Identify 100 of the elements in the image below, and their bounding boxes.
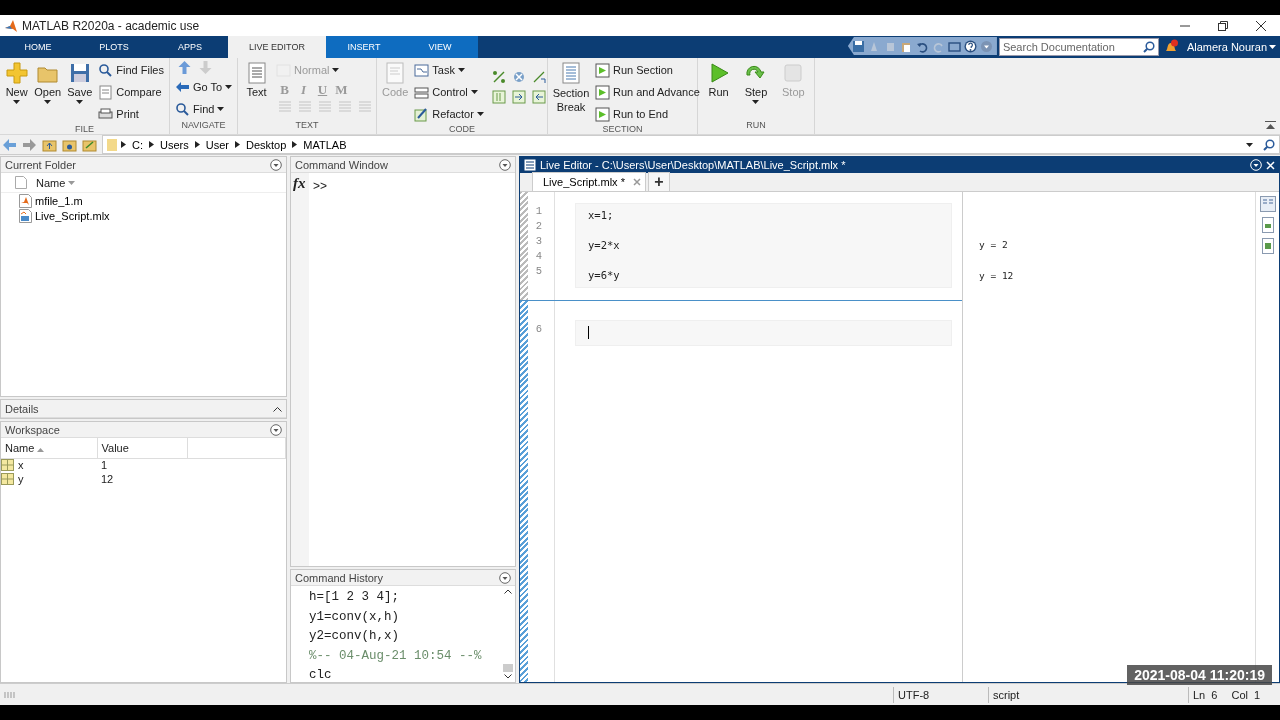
ribbon-button[interactable]: Refactor [413, 104, 485, 124]
ribbon-button[interactable]: Run and Advance [594, 82, 701, 102]
ribbon-button[interactable]: Run Section [594, 60, 701, 80]
editor-tab[interactable]: Live_Script.mlx * [532, 172, 646, 191]
column-header[interactable]: Name [1, 438, 97, 458]
ribbon-tab[interactable]: PLOTS [76, 36, 152, 58]
run-section-icon [595, 62, 610, 78]
help-icon[interactable] [963, 39, 977, 53]
code-line: y=6*y [588, 269, 620, 281]
folder-up-icon[interactable] [42, 137, 57, 152]
caret-icon[interactable] [1246, 142, 1253, 147]
stop-icon [782, 62, 805, 84]
scroll-up-icon[interactable] [504, 589, 512, 594]
up-arrow-icon[interactable] [177, 60, 192, 75]
restore-icon[interactable] [1218, 20, 1228, 31]
user-menu[interactable]: Alamera Nouran [1182, 36, 1280, 58]
line-number: 2 [534, 219, 542, 234]
indent-icon[interactable] [511, 90, 526, 104]
ribbon-button[interactable]: Find Files [97, 60, 165, 80]
history-entry[interactable]: y1=conv(x,h) [309, 607, 501, 627]
variable-name[interactable]: x [18, 459, 24, 472]
column-header[interactable]: Name [35, 172, 77, 193]
command-prompt[interactable]: >> [313, 179, 327, 566]
ribbon-button[interactable]: Compare [97, 82, 165, 102]
ribbon-tab[interactable]: VIEW [402, 36, 478, 58]
history-entry[interactable]: h=[1 2 3 4]; [309, 588, 501, 608]
code-block[interactable]: x=1; y=2*x y=6*y [575, 203, 952, 288]
ribbon-button[interactable]: Step [739, 60, 773, 120]
search-icon [1142, 41, 1155, 53]
variable-value: 12 [100, 472, 115, 486]
panel-menu-icon[interactable] [499, 158, 511, 171]
panel-menu-icon[interactable] [270, 158, 282, 171]
uncomment-icon[interactable] [511, 70, 526, 84]
script-file-icon [19, 193, 32, 208]
ribbon-button[interactable]: Control [413, 82, 485, 102]
history-entry[interactable]: y2=conv(h,x) [309, 627, 501, 647]
section-label: FILE [74, 124, 95, 134]
breadcrumb[interactable]: Users [158, 138, 191, 151]
ribbon-button[interactable]: Go To [174, 77, 234, 97]
find-files-icon [98, 62, 114, 78]
ribbon-button[interactable]: New [4, 60, 30, 124]
ribbon-tab[interactable]: APPS [152, 36, 228, 58]
function-browser-button[interactable]: fx [293, 175, 309, 192]
ribbon-tab[interactable]: HOME [0, 36, 76, 58]
section-label: CODE [448, 124, 476, 134]
printer-icon [98, 106, 114, 122]
ribbon-button[interactable]: Find [174, 99, 234, 119]
ribbon-button[interactable]: Task [413, 60, 485, 80]
ribbon-button[interactable]: Save [66, 60, 94, 124]
forward-icon[interactable] [22, 137, 37, 152]
caret-icon [1269, 45, 1276, 49]
collapse-icon[interactable] [1265, 121, 1276, 130]
comment-icon[interactable] [491, 70, 506, 84]
back-icon[interactable] [2, 137, 17, 152]
panel-title: Current Folder [5, 158, 76, 171]
address-field[interactable]: C: Users User Desktop MATLAB [102, 135, 1280, 154]
column-header[interactable]: Value [97, 438, 187, 458]
ribbon-button[interactable]: Text [242, 60, 271, 120]
variable-value: 1 [97, 458, 187, 472]
breadcrumb[interactable]: User [203, 138, 231, 151]
breadcrumb[interactable]: C: [130, 138, 145, 151]
file-type-label: script [988, 686, 1188, 703]
ribbon-button[interactable]: Section Break [552, 60, 590, 124]
ribbon-button[interactable]: Open [33, 60, 63, 124]
output-inline-icon[interactable] [1259, 217, 1276, 233]
search-icon[interactable] [1263, 138, 1275, 151]
close-icon[interactable] [1256, 20, 1266, 31]
save-icon[interactable] [851, 39, 865, 53]
breadcrumb[interactable]: Desktop [243, 138, 289, 151]
ribbon-tab[interactable]: LIVE EDITOR [228, 36, 326, 58]
collapse-icon[interactable] [273, 405, 282, 412]
variable-name[interactable]: y [18, 473, 24, 485]
history-entry[interactable]: clc [309, 666, 501, 686]
search-icon [175, 101, 190, 117]
ribbon-button[interactable]: Run to End [594, 104, 701, 124]
scrollbar-thumb[interactable] [503, 664, 513, 672]
new-tab-button[interactable]: + [647, 172, 670, 191]
line-number: 1 [534, 204, 542, 219]
ribbon-button[interactable]: Run [702, 60, 736, 120]
file-item[interactable]: mfile_1.m [1, 193, 286, 208]
panel-menu-icon[interactable] [270, 423, 282, 436]
caret-icon [217, 107, 225, 111]
browse-icon[interactable] [82, 137, 97, 152]
outdent-icon[interactable] [531, 90, 546, 104]
line-label: Ln 6 [1193, 688, 1218, 701]
hide-code-icon[interactable] [1259, 238, 1276, 254]
search-field[interactable]: Search Documentation [998, 38, 1159, 56]
section-label: SECTION [601, 124, 644, 134]
sort-icon [68, 180, 76, 185]
ribbon-button[interactable]: Print [97, 104, 165, 124]
panel-menu-icon[interactable] [499, 571, 511, 584]
file-item[interactable]: Live_Script.mlx [1, 208, 286, 223]
output-right-icon[interactable] [1259, 196, 1276, 212]
scroll-down-icon[interactable] [504, 674, 512, 679]
section-label: RUN [745, 120, 767, 132]
wrap-icon[interactable] [531, 70, 546, 84]
breadcrumb[interactable]: MATLAB [301, 138, 349, 151]
ribbon-tab[interactable]: INSERT [326, 36, 402, 58]
live-script-file-icon [19, 208, 32, 223]
caret-icon [470, 90, 478, 94]
